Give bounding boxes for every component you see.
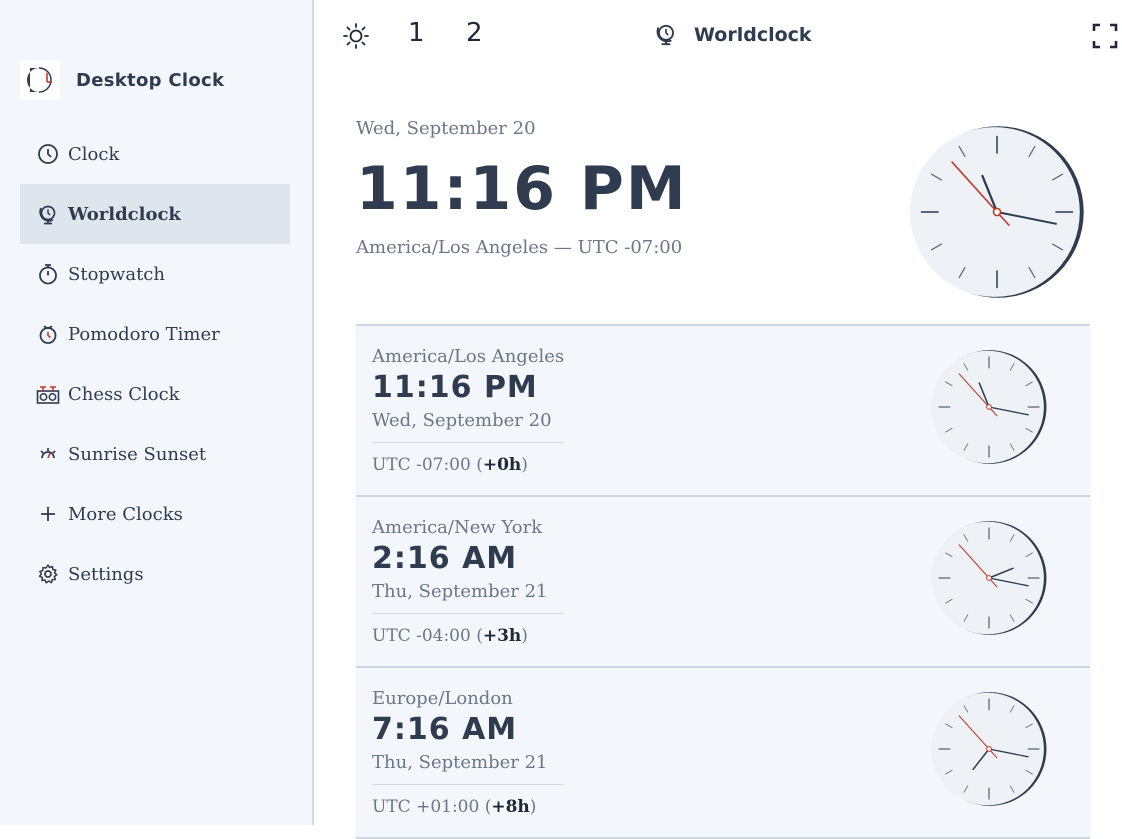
analog-clock (902, 120, 1092, 304)
main-time: 11:16 PM (356, 154, 688, 224)
timezone-card-new-york[interactable]: America/New York 2:16 AM Thu, September … (356, 497, 1090, 668)
globe-clock-icon (36, 202, 60, 226)
fullscreen-button[interactable] (1092, 23, 1118, 49)
page-title-text: Worldclock (694, 24, 812, 46)
layout-2-button[interactable]: 2 (466, 18, 483, 48)
hour-difference: +0h (482, 455, 522, 475)
timezone-time: 7:16 AM (372, 712, 518, 747)
utc-offset: UTC -04:00 (+3h) (372, 626, 528, 646)
timezone-card-los-angeles[interactable]: America/Los Angeles 11:16 PM Wed, Septem… (356, 326, 1090, 497)
brand: Desktop Clock (20, 60, 224, 100)
analog-clock (926, 517, 1052, 639)
sidebar-item-worldclock[interactable]: Worldclock (20, 184, 290, 244)
center-pin (986, 575, 992, 581)
timezone-date: Thu, September 21 (372, 581, 548, 602)
main-timezone: America/Los Angeles — UTC -07:00 (356, 237, 683, 258)
sidebar-item-label: Clock (68, 143, 120, 165)
sun-icon (343, 23, 369, 49)
app-logo-icon (20, 60, 60, 100)
sidebar-item-label: More Clocks (68, 503, 183, 525)
main-clock-panel: Wed, September 20 11:16 PM America/Los A… (356, 100, 1090, 326)
sidebar-item-settings[interactable]: Settings (20, 544, 290, 604)
hour-difference: +8h (491, 797, 530, 817)
top-toolbar: 1 2 Worldclock (316, 0, 1122, 72)
layout-1-button[interactable]: 1 (408, 18, 425, 48)
pomodoro-icon (36, 322, 60, 346)
sidebar-nav: Clock Worldclock Stopwatch Pomodoro Time… (20, 124, 290, 604)
timezone-name: America/New York (372, 517, 543, 538)
sidebar-item-label: Worldclock (68, 203, 181, 225)
brand-name: Desktop Clock (76, 69, 225, 91)
sidebar-item-label: Stopwatch (68, 263, 165, 285)
utc-offset: UTC +01:00 (+8h) (372, 797, 537, 817)
sidebar-item-clock[interactable]: Clock (20, 124, 290, 184)
timezone-date: Wed, September 20 (372, 410, 552, 431)
clock-icon (36, 142, 60, 166)
timezone-date: Thu, September 21 (372, 752, 548, 773)
sunrise-icon (36, 442, 60, 466)
globe-clock-icon (654, 22, 678, 48)
sidebar-item-pomodoro-timer[interactable]: Pomodoro Timer (20, 304, 290, 364)
plus-icon (36, 502, 60, 526)
timezone-card-london[interactable]: Europe/London 7:16 AM Thu, September 21 … (356, 668, 1090, 839)
sidebar-item-stopwatch[interactable]: Stopwatch (20, 244, 290, 304)
sidebar-item-label: Pomodoro Timer (68, 323, 220, 345)
hour-difference: +3h (482, 626, 522, 646)
gear-icon (36, 562, 60, 586)
sidebar-item-label: Chess Clock (68, 383, 180, 405)
sidebar: Desktop Clock Clock Worldclock Stopwatch… (0, 0, 314, 825)
center-pin (986, 746, 992, 752)
sidebar-item-label: Sunrise Sunset (68, 443, 207, 465)
divider (372, 784, 564, 785)
sidebar-item-chess-clock[interactable]: Chess Clock (20, 364, 290, 424)
page-title: Worldclock (654, 22, 812, 48)
timezone-name: America/Los Angeles (372, 346, 565, 367)
analog-clock (926, 346, 1052, 468)
chess-clock-icon (36, 382, 60, 406)
timezone-name: Europe/London (372, 688, 513, 709)
stopwatch-icon (36, 262, 60, 286)
timezone-time: 11:16 PM (372, 370, 538, 405)
divider (372, 442, 564, 443)
center-pin (986, 404, 992, 410)
main-content: Wed, September 20 11:16 PM America/Los A… (356, 100, 1090, 839)
sidebar-item-sunrise-sunset[interactable]: Sunrise Sunset (20, 424, 290, 484)
analog-clock (926, 688, 1052, 810)
fullscreen-icon (1092, 23, 1118, 49)
sidebar-item-more-clocks[interactable]: More Clocks (20, 484, 290, 544)
timezone-time: 2:16 AM (372, 541, 518, 576)
main-date: Wed, September 20 (356, 118, 536, 139)
utc-offset: UTC -07:00 (+0h) (372, 455, 528, 475)
center-pin (992, 207, 1002, 217)
theme-toggle-button[interactable] (340, 20, 372, 52)
sidebar-item-label: Settings (68, 563, 144, 585)
divider (372, 613, 564, 614)
